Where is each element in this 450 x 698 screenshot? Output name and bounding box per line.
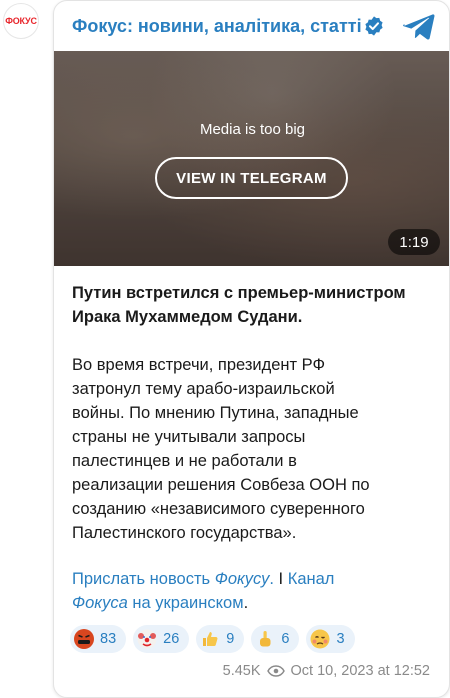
paragraph-line: палестинцев и не работали в (72, 452, 297, 470)
paragraph-line: Во время встречи, президент РФ (72, 356, 326, 374)
reaction-count: 83 (100, 631, 117, 647)
reaction-count: 3 (336, 631, 345, 647)
message-body: Путин встретился с премьер-министром Ира… (72, 281, 442, 615)
post-paragraph: Во время встречи, президент РФ затронул … (72, 353, 442, 545)
send-news-link[interactable]: Прислать новость Фокусу. (72, 570, 274, 588)
view-in-telegram-button[interactable]: VIEW IN TELEGRAM (155, 157, 348, 199)
clown-face-icon (137, 629, 157, 649)
eye-icon (266, 665, 285, 677)
paragraph-line: страны не учитывали запросы (72, 428, 306, 446)
thumbs-up-icon (200, 629, 220, 649)
post-headline: Путин встретился с премьер-министром Ира… (72, 281, 442, 329)
post-date[interactable]: Oct 10, 2023 at 12:52 (291, 663, 430, 679)
reaction-angry[interactable]: 83 (70, 625, 127, 653)
verified-badge-icon (365, 16, 383, 36)
ukrainian-channel-link[interactable]: Фокуса на украинском (72, 594, 244, 612)
paragraph-line: реализации решения Совбеза ООН по (72, 476, 370, 494)
media-preview: Media is too big VIEW IN TELEGRAM 1:19 (54, 51, 449, 266)
reaction-woozy[interactable]: 3 (306, 625, 355, 653)
reaction-count: 26 (163, 631, 180, 647)
paragraph-line: созданию «независимого суверенного (72, 500, 365, 518)
woozy-face-icon (310, 629, 330, 649)
video-duration-badge: 1:19 (388, 229, 440, 255)
telegram-logo-icon[interactable] (403, 13, 435, 41)
reactions-bar: 83 26 9 6 3 (70, 625, 355, 653)
reaction-middle-finger[interactable]: 6 (251, 625, 300, 653)
view-count: 5.45K (222, 663, 261, 679)
links-separator: I (273, 570, 288, 588)
post-links: Прислать новость Фокусу. I Канал Фокуса … (72, 570, 335, 612)
message-card: Фокус: новини, аналітика, статті Media i… (53, 0, 450, 698)
headline-line: Ирака Мухаммедом Судани. (72, 308, 303, 326)
paragraph-line: войны. По мнению Путина, западные (72, 404, 359, 422)
headline-line: Путин встретился с премьер-министром (72, 284, 406, 302)
reaction-count: 9 (226, 631, 235, 647)
paragraph-line: Палестинского государства». (72, 524, 297, 542)
angry-face-icon (74, 629, 94, 649)
channel-avatar[interactable]: ФОКУС (3, 3, 39, 39)
avatar-logo-text: ФОКУС (5, 16, 37, 26)
reaction-clown[interactable]: 26 (133, 625, 190, 653)
message-header: Фокус: новини, аналітика, статті (54, 1, 449, 51)
channel-title[interactable]: Фокус: новини, аналітика, статті (72, 16, 362, 37)
reaction-count: 6 (281, 631, 290, 647)
message-meta: 5.45K Oct 10, 2023 at 12:52 (223, 663, 430, 679)
media-too-big-notice: Media is too big (199, 121, 306, 138)
paragraph-line: затронул тему арабо-израильской (72, 380, 335, 398)
channel-link[interactable]: Канал (288, 570, 335, 588)
reaction-thumbs-up[interactable]: 9 (196, 625, 245, 653)
middle-finger-icon (255, 629, 275, 649)
